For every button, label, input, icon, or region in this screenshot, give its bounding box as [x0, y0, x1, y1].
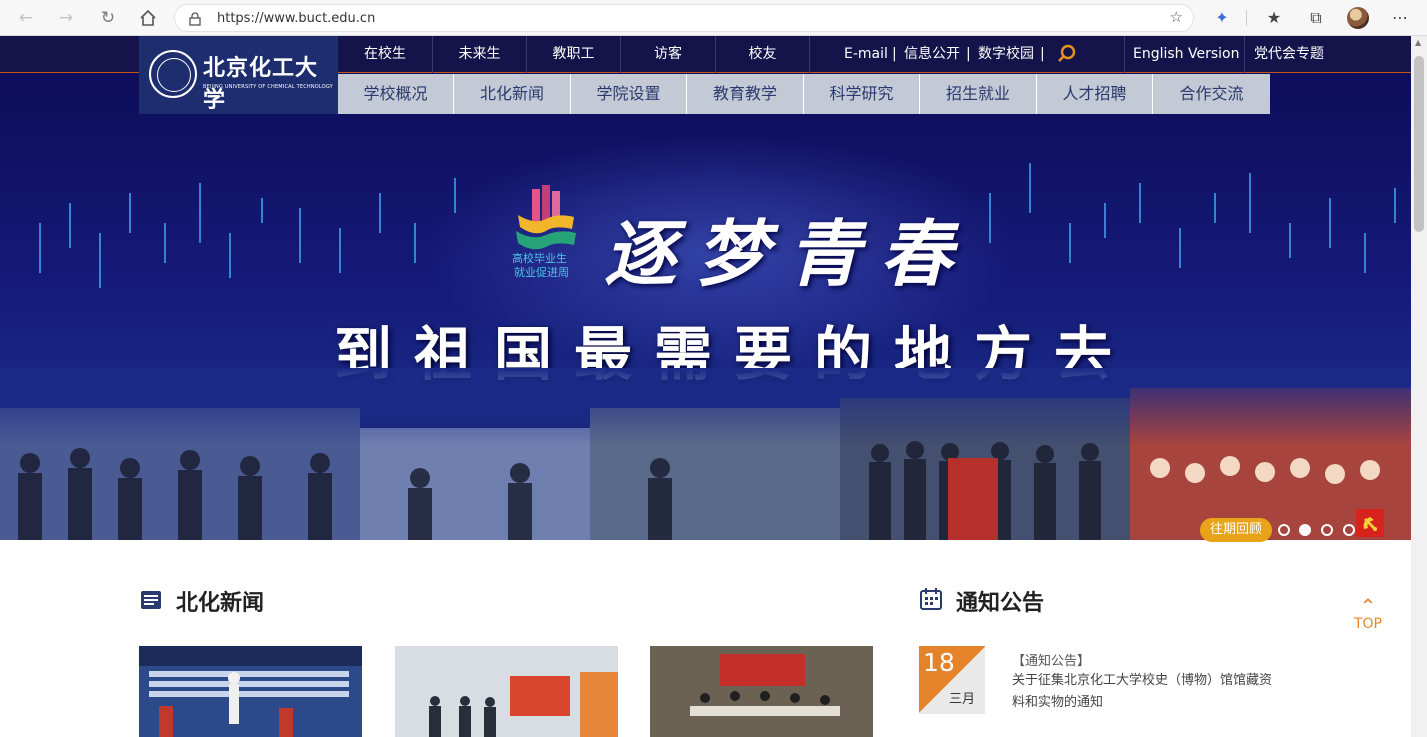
logo-caption-line2: 就业促进周	[514, 266, 569, 279]
slide-dot-2[interactable]	[1299, 524, 1311, 536]
nav-future-students[interactable]: 未来生	[433, 36, 527, 73]
nav-admissions[interactable]: 招生就业	[920, 74, 1037, 114]
reload-icon[interactable]: ↻	[96, 6, 120, 30]
lock-icon	[189, 11, 201, 30]
email-link[interactable]: E-mail	[844, 36, 888, 73]
nav-current-students[interactable]: 在校生	[338, 36, 433, 73]
back-to-top-label: TOP	[1353, 616, 1382, 632]
past-review-badge[interactable]: 往期回顾	[1200, 518, 1272, 542]
nav-research[interactable]: 科学研究	[804, 74, 920, 114]
browser-toolbar: ← → ↻ https://www.buct.edu.cn ☆ ✦ ★ ⧉ ⋯	[0, 0, 1427, 36]
profile-avatar[interactable]	[1347, 7, 1369, 29]
chevron-up-icon: ⌃	[1359, 594, 1377, 618]
info-public-link[interactable]: 信息公开	[904, 36, 960, 73]
scroll-thumb[interactable]	[1414, 56, 1424, 232]
university-logo[interactable]: 北京化工大学 BEIJING UNIVERSITY OF CHEMICAL TE…	[139, 36, 338, 114]
nav-alumni[interactable]: 校友	[716, 36, 810, 73]
slide-dot-1[interactable]	[1278, 524, 1290, 536]
notice-link[interactable]: 关于征集北京化工大学校史（博物）馆馆藏资料和实物的通知	[1012, 670, 1280, 714]
hero-banner[interactable]: 高校毕业生 就业促进周 逐梦青春 到祖国最需要的地方去	[0, 73, 1411, 540]
address-bar[interactable]: https://www.buct.edu.cn ☆	[174, 4, 1194, 32]
search-icon[interactable]	[1057, 44, 1077, 64]
notice-category[interactable]: 【通知公告】	[1012, 650, 1090, 669]
toolbar-divider	[1246, 10, 1247, 26]
logo-english-name: BEIJING UNIVERSITY OF CHEMICAL TECHNOLOG…	[203, 84, 333, 90]
news-icon	[141, 591, 161, 609]
nav-visitors[interactable]: 访客	[621, 36, 716, 73]
divider	[1244, 36, 1245, 73]
notice-section-title[interactable]: 通知公告	[956, 585, 1044, 617]
news-section-title[interactable]: 北化新闻	[176, 585, 264, 617]
main-navigation: 学校概况 北化新闻 学院设置 教育教学 科学研究 招生就业 人才招聘 合作交流	[338, 74, 1270, 114]
page-scrollbar[interactable]: ▲	[1411, 36, 1427, 737]
separator: |	[1040, 46, 1045, 62]
divider	[1124, 36, 1125, 73]
add-favorite-icon[interactable]: ☆	[1170, 8, 1183, 26]
web-page: 北京化工大学 BEIJING UNIVERSITY OF CHEMICAL TE…	[0, 36, 1411, 737]
scroll-up-icon[interactable]: ▲	[1415, 38, 1421, 47]
back-icon[interactable]: ←	[14, 6, 38, 30]
nav-recruitment[interactable]: 人才招聘	[1037, 74, 1153, 114]
logo-chinese-name: 北京化工大学	[203, 55, 319, 113]
nav-education[interactable]: 教育教学	[687, 74, 804, 114]
digital-campus-link[interactable]: 数字校园	[978, 36, 1034, 73]
party-emblem-icon[interactable]	[1356, 509, 1384, 537]
collections-icon[interactable]: ⧉	[1304, 6, 1328, 30]
nav-colleges[interactable]: 学院设置	[571, 74, 687, 114]
separator: |	[966, 46, 971, 62]
slide-dot-4[interactable]	[1343, 524, 1355, 536]
calendar-icon	[920, 588, 942, 610]
notice-month: 三月	[949, 692, 976, 707]
favorites-icon[interactable]: ★	[1262, 6, 1286, 30]
party-congress-link[interactable]: 党代会专题	[1254, 36, 1324, 73]
nav-cooperation[interactable]: 合作交流	[1153, 74, 1270, 114]
hero-photo-collage	[0, 368, 1411, 540]
nav-news[interactable]: 北化新闻	[454, 74, 571, 114]
english-version-link[interactable]: English Version	[1133, 36, 1239, 73]
nav-staff[interactable]: 教职工	[527, 36, 621, 73]
notice-day: 18	[923, 648, 955, 677]
news-thumbnail-1[interactable]	[139, 646, 362, 737]
slide-dot-3[interactable]	[1321, 524, 1333, 536]
seal-icon	[149, 50, 197, 98]
more-menu-icon[interactable]: ⋯	[1388, 6, 1412, 30]
forward-icon[interactable]: →	[54, 6, 78, 30]
home-icon[interactable]	[136, 6, 160, 30]
url-text[interactable]: https://www.buct.edu.cn	[217, 11, 375, 26]
back-to-top-button[interactable]: ⌃ TOP	[1350, 596, 1386, 640]
extension-icon[interactable]: ✦	[1210, 6, 1234, 30]
separator: |	[892, 46, 897, 62]
hero-title: 逐梦青春	[604, 211, 973, 296]
notice-date: 18 三月	[919, 646, 985, 714]
news-thumbnail-3[interactable]	[650, 646, 873, 737]
news-thumbnail-2[interactable]	[395, 646, 618, 737]
nav-about[interactable]: 学校概况	[338, 74, 454, 114]
